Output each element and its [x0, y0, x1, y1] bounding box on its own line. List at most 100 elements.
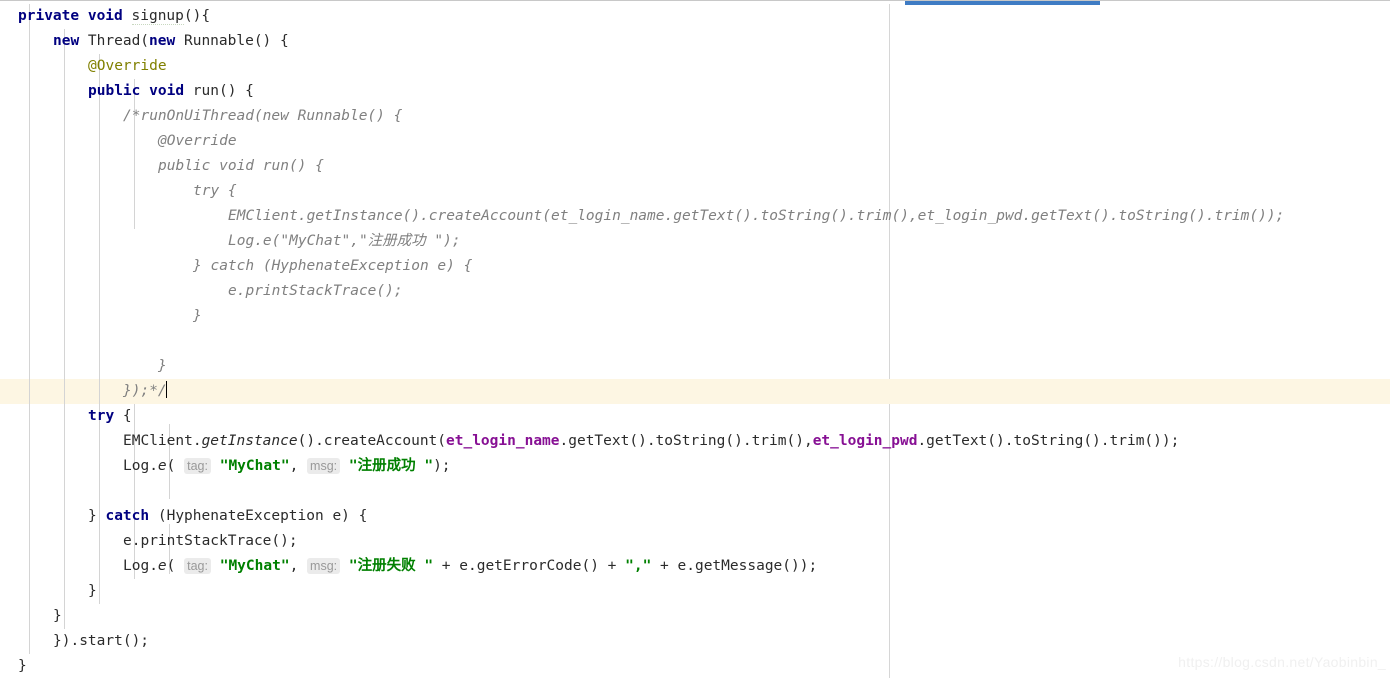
code-line-text: try { — [0, 404, 1390, 429]
code-token: Thread( — [79, 33, 150, 49]
code-token: run() { — [184, 83, 254, 99]
code-token: } — [88, 583, 97, 599]
code-line-text: /*runOnUiThread(new Runnable() { — [0, 104, 1390, 129]
code-token: ( — [166, 558, 185, 574]
code-line[interactable]: try { — [0, 404, 1390, 429]
code-line[interactable] — [0, 329, 1390, 354]
code-token: e — [157, 558, 167, 574]
code-line[interactable]: });*/ — [0, 379, 1390, 404]
code-token: EMClient.getInstance().createAccount(et_… — [228, 208, 1285, 224]
code-token: (){ — [183, 8, 211, 24]
code-line[interactable]: new Thread(new Runnable() { — [0, 29, 1390, 54]
code-line[interactable]: try { — [0, 179, 1390, 204]
code-line-text: Log.e( tag: "MyChat", msg: "注册成功 "); — [0, 454, 1390, 479]
code-token: signup — [131, 8, 184, 25]
code-line-text: } — [0, 304, 1390, 329]
code-line[interactable] — [0, 479, 1390, 504]
code-line[interactable]: } — [0, 304, 1390, 329]
code-line[interactable]: /*runOnUiThread(new Runnable() { — [0, 104, 1390, 129]
code-line-text: } catch (HyphenateException e) { — [0, 504, 1390, 529]
code-lines[interactable]: private void signup(){new Thread(new Run… — [0, 4, 1390, 678]
code-token: @Override — [88, 58, 167, 74]
code-line[interactable]: }).start(); — [0, 629, 1390, 654]
code-token: .getText().toString().trim(), — [559, 433, 813, 449]
code-token: public void run() { — [158, 158, 324, 174]
code-token: try — [88, 408, 115, 424]
code-line-text: Log.e( tag: "MyChat", msg: "注册失败 " + e.g… — [0, 554, 1390, 579]
code-line[interactable]: public void run() { — [0, 154, 1390, 179]
code-line-text: private void signup(){ — [0, 4, 1390, 29]
code-editor[interactable]: private void signup(){new Thread(new Run… — [0, 0, 1390, 678]
code-token: } — [193, 308, 202, 324]
code-token: Log.e("MyChat","注册成功 "); — [228, 233, 461, 249]
code-line-text: public void run() { — [0, 79, 1390, 104]
code-line-text: Log.e("MyChat","注册成功 "); — [0, 229, 1390, 254]
code-line[interactable]: Log.e( tag: "MyChat", msg: "注册成功 "); — [0, 454, 1390, 479]
code-line-text: EMClient.getInstance().createAccount(et_… — [0, 429, 1390, 454]
code-token: .getText().toString().trim()); — [917, 433, 1180, 449]
parameter-hint: msg: — [307, 458, 341, 474]
code-line[interactable]: e.printStackTrace(); — [0, 279, 1390, 304]
code-line[interactable]: public void run() { — [0, 79, 1390, 104]
code-line-text: });*/ — [0, 379, 1390, 404]
code-line[interactable]: Log.e("MyChat","注册成功 "); — [0, 229, 1390, 254]
code-line[interactable]: e.printStackTrace(); — [0, 529, 1390, 554]
code-token: new — [149, 33, 176, 49]
code-token: catch — [105, 508, 150, 524]
code-token: } catch (HyphenateException e) { — [193, 258, 473, 274]
code-token: } — [158, 358, 167, 374]
code-token: getInstance — [201, 433, 298, 449]
code-line[interactable]: @Override — [0, 54, 1390, 79]
code-token: Log. — [123, 558, 158, 574]
code-token: void — [149, 83, 185, 99]
code-token: , — [289, 558, 308, 574]
parameter-hint: msg: — [307, 558, 341, 574]
code-line[interactable]: } catch (HyphenateException e) { — [0, 504, 1390, 529]
code-token: "MyChat" — [219, 558, 290, 574]
code-token: + e.getMessage()); — [651, 558, 818, 574]
code-token: e.printStackTrace(); — [123, 533, 298, 549]
code-token: et_login_pwd — [812, 433, 918, 449]
code-line[interactable]: EMClient.getInstance().createAccount(et_… — [0, 429, 1390, 454]
code-token: }).start(); — [53, 633, 150, 649]
code-line[interactable]: } — [0, 579, 1390, 604]
code-line[interactable]: EMClient.getInstance().createAccount(et_… — [0, 204, 1390, 229]
code-content[interactable]: private void signup(){new Thread(new Run… — [0, 4, 1390, 678]
code-line[interactable]: } — [0, 354, 1390, 379]
code-token: private — [18, 8, 80, 24]
code-line[interactable]: @Override — [0, 129, 1390, 154]
code-line-text: } — [0, 354, 1390, 379]
code-line[interactable]: private void signup(){ — [0, 4, 1390, 29]
code-line[interactable]: } catch (HyphenateException e) { — [0, 254, 1390, 279]
code-line[interactable]: Log.e( tag: "MyChat", msg: "注册失败 " + e.g… — [0, 554, 1390, 579]
parameter-hint: tag: — [184, 558, 211, 574]
code-token: "," — [625, 558, 652, 574]
code-token: } — [88, 508, 106, 524]
code-token: Runnable() { — [175, 33, 289, 49]
code-token: et_login_name — [446, 433, 560, 449]
code-token: Log. — [123, 458, 158, 474]
code-line-text: @Override — [0, 54, 1390, 79]
code-token: ); — [433, 458, 451, 474]
code-token: { — [114, 408, 132, 424]
code-line[interactable]: } — [0, 654, 1390, 678]
code-token: "注册失败 " — [348, 558, 434, 574]
code-line-text: new Thread(new Runnable() { — [0, 29, 1390, 54]
code-token: + e.getErrorCode() + — [433, 558, 626, 574]
parameter-hint: tag: — [184, 458, 211, 474]
code-line-text: public void run() { — [0, 154, 1390, 179]
code-token: , — [289, 458, 308, 474]
code-token: try { — [193, 183, 237, 199]
code-line-text: }).start(); — [0, 629, 1390, 654]
code-line[interactable]: } — [0, 604, 1390, 629]
code-token: void — [87, 8, 123, 24]
code-line-text: } catch (HyphenateException e) { — [0, 254, 1390, 279]
code-token: EMClient. — [123, 433, 202, 449]
code-token: } — [53, 608, 62, 624]
